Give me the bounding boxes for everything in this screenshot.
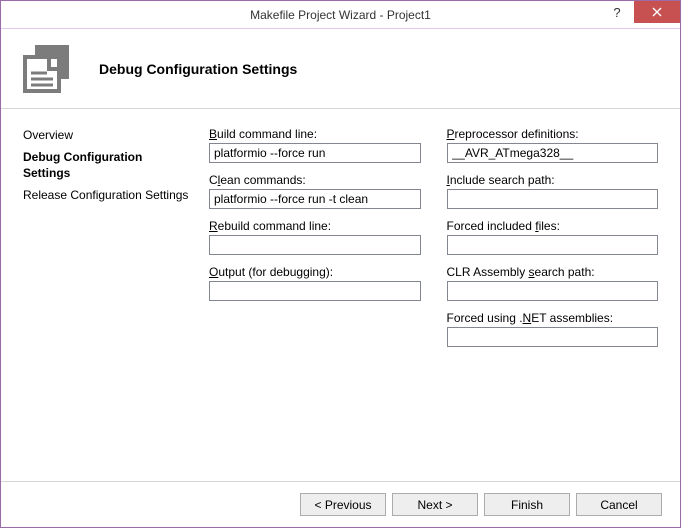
input-forced-files[interactable] — [447, 235, 659, 255]
nav-sidebar: Overview Debug Configuration Settings Re… — [23, 127, 191, 481]
field-forced-files: Forced included files: — [447, 219, 659, 255]
nav-item-release-config[interactable]: Release Configuration Settings — [23, 187, 191, 203]
field-include-path: Include search path: — [447, 173, 659, 209]
input-include-path[interactable] — [447, 189, 659, 209]
label-clr-path: CLR Assembly search path: — [447, 265, 659, 279]
label-build-cmd: Build command line: — [209, 127, 421, 141]
cancel-button[interactable]: Cancel — [576, 493, 662, 516]
field-preproc: Preprocessor definitions: — [447, 127, 659, 163]
label-clean-cmd: Clean commands: — [209, 173, 421, 187]
form-col-left: Build command line: Clean commands: Rebu… — [209, 127, 421, 481]
close-button[interactable] — [634, 1, 680, 23]
input-build-cmd[interactable] — [209, 143, 421, 163]
form-area: Build command line: Clean commands: Rebu… — [209, 127, 658, 481]
close-icon — [652, 7, 662, 17]
next-button[interactable]: Next > — [392, 493, 478, 516]
nav-item-overview[interactable]: Overview — [23, 127, 191, 143]
help-button[interactable]: ? — [600, 1, 634, 23]
wizard-window: Makefile Project Wizard - Project1 ? Deb… — [0, 0, 681, 528]
input-clr-path[interactable] — [447, 281, 659, 301]
field-rebuild-cmd: Rebuild command line: — [209, 219, 421, 255]
field-output: Output (for debugging): — [209, 265, 421, 301]
input-output[interactable] — [209, 281, 421, 301]
field-clr-path: CLR Assembly search path: — [447, 265, 659, 301]
field-forced-net: Forced using .NET assemblies: — [447, 311, 659, 347]
field-build-cmd: Build command line: — [209, 127, 421, 163]
page-icon — [21, 43, 73, 95]
header-band: Debug Configuration Settings — [1, 29, 680, 109]
body: Overview Debug Configuration Settings Re… — [1, 109, 680, 481]
previous-button[interactable]: < Previous — [300, 493, 386, 516]
finish-button[interactable]: Finish — [484, 493, 570, 516]
nav-item-debug-config[interactable]: Debug Configuration Settings — [23, 149, 191, 181]
label-forced-net: Forced using .NET assemblies: — [447, 311, 659, 325]
titlebar-buttons: ? — [600, 1, 680, 28]
label-rebuild-cmd: Rebuild command line: — [209, 219, 421, 233]
input-rebuild-cmd[interactable] — [209, 235, 421, 255]
label-forced-files: Forced included files: — [447, 219, 659, 233]
input-forced-net[interactable] — [447, 327, 659, 347]
label-preproc: Preprocessor definitions: — [447, 127, 659, 141]
field-clean-cmd: Clean commands: — [209, 173, 421, 209]
help-icon: ? — [613, 5, 620, 20]
title-bar: Makefile Project Wizard - Project1 ? — [1, 1, 680, 29]
window-title: Makefile Project Wizard - Project1 — [1, 8, 680, 22]
footer: < Previous Next > Finish Cancel — [1, 481, 680, 527]
input-clean-cmd[interactable] — [209, 189, 421, 209]
label-output: Output (for debugging): — [209, 265, 421, 279]
label-include-path: Include search path: — [447, 173, 659, 187]
input-preproc[interactable] — [447, 143, 659, 163]
page-title: Debug Configuration Settings — [99, 61, 297, 77]
form-col-right: Preprocessor definitions: Include search… — [447, 127, 659, 481]
